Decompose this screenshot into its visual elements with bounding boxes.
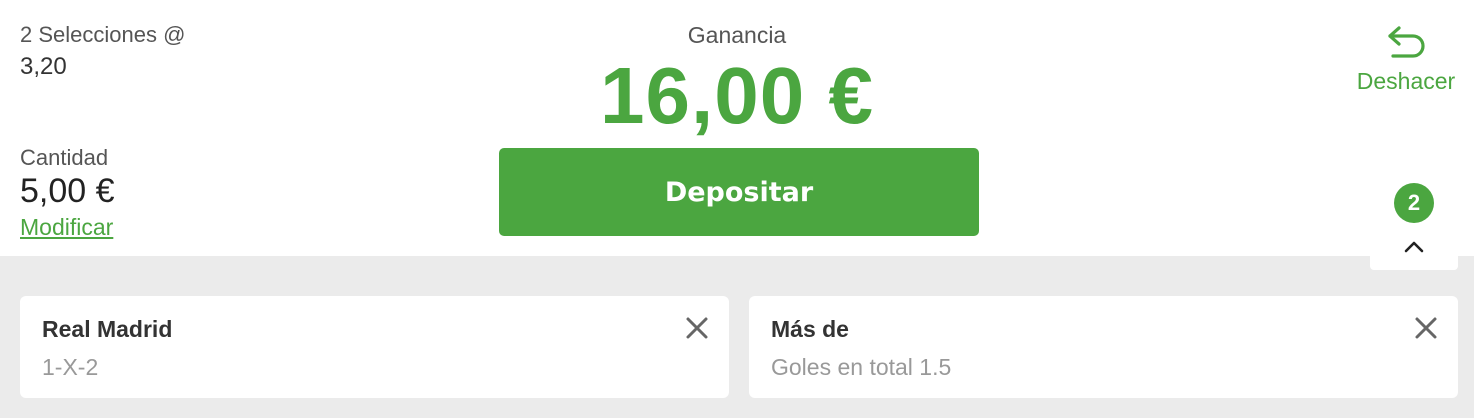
selections-badge: 2 [1394, 183, 1434, 223]
total-odds: 3,20 [20, 53, 67, 80]
modify-quantity-link[interactable]: Modificar [20, 214, 113, 241]
selection-title: Más de [771, 316, 849, 342]
gain-label: Ganancia [687, 22, 787, 48]
betslip-toggle[interactable]: 2 [1370, 180, 1458, 270]
undo-icon [1388, 26, 1425, 58]
undo-button[interactable]: Deshacer [1348, 24, 1464, 96]
deposit-button[interactable]: Depositar [499, 148, 979, 236]
quantity-label: Cantidad [20, 145, 109, 170]
quantity-value: 5,00 € [20, 172, 115, 210]
close-icon[interactable] [685, 316, 709, 340]
close-icon[interactable] [1414, 316, 1438, 340]
selection-card: Real Madrid 1-X-2 [20, 296, 729, 398]
chevron-up-icon [1404, 241, 1424, 253]
gain-value: 16,00 € [600, 51, 874, 140]
selection-card: Más de Goles en total 1.5 [749, 296, 1458, 398]
bet-summary-panel: 2 Selecciones @ 3,20 Cantidad 5,00 € Mod… [0, 0, 1474, 256]
selection-market: 1-X-2 [42, 354, 99, 380]
undo-label: Deshacer [1356, 68, 1456, 94]
selection-market: Goles en total 1.5 [771, 354, 952, 380]
selection-title: Real Madrid [42, 316, 173, 342]
selections-count: 2 Selecciones @ [20, 22, 186, 47]
